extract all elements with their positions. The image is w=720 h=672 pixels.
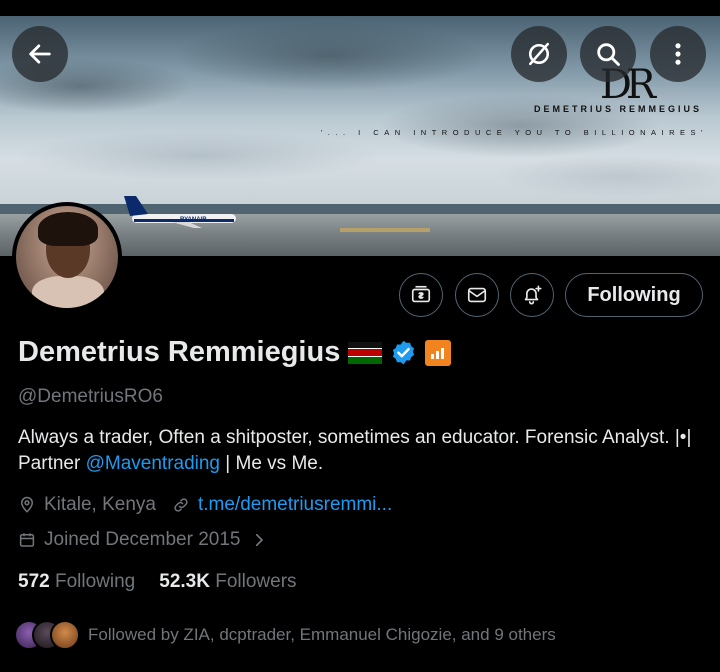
following-stat[interactable]: 572 Following xyxy=(18,571,135,593)
search-button[interactable] xyxy=(580,26,636,82)
subscribe-button[interactable] xyxy=(399,273,443,317)
following-label: Following xyxy=(54,571,136,592)
followers-label: Followers xyxy=(215,571,297,592)
plane-livery-text: RYANAIR xyxy=(180,217,207,223)
airplane-icon: RYANAIR xyxy=(124,196,236,228)
location-pin-icon xyxy=(20,496,34,513)
arrow-left-icon xyxy=(29,44,51,64)
location-link-row: Kitale, Kenya t.me/demetriusremmi... xyxy=(18,494,392,516)
following-button[interactable]: Following xyxy=(565,273,703,317)
user-handle: @DemetriusRO6 xyxy=(18,386,163,407)
display-name: Demetrius Remmiegius xyxy=(18,336,341,368)
profile-bio: Always a trader, Often a shitposter, som… xyxy=(18,425,708,477)
banner-brand-name: DEMETRIUS REMMEGIUS xyxy=(533,104,702,114)
bio-mention-link[interactable]: @Maventrading xyxy=(86,453,220,474)
message-button[interactable] xyxy=(455,273,499,317)
envelope-icon xyxy=(467,287,487,303)
more-options-button[interactable] xyxy=(650,26,706,82)
calendar-icon xyxy=(19,533,35,547)
followers-count: 52.3K xyxy=(159,571,210,592)
banner-runway-marking xyxy=(340,228,430,232)
following-count: 572 xyxy=(18,571,50,592)
more-vertical-icon xyxy=(675,43,681,65)
search-icon xyxy=(597,43,620,66)
follow-stats: 572 Following 52.3K Followers xyxy=(18,571,297,593)
joined-text: Joined December 2015 xyxy=(44,529,241,550)
avatar-hair xyxy=(38,212,98,246)
avatar-shoulders xyxy=(32,276,104,308)
followed-by-row[interactable]: Followed by ZIA, dcptrader, Emmanuel Chi… xyxy=(14,620,556,650)
chevron-right-icon xyxy=(256,533,264,547)
bar-chart-icon xyxy=(431,347,445,359)
subscription-icon xyxy=(411,285,431,303)
followers-stat[interactable]: 52.3K Followers xyxy=(159,571,296,593)
kenya-flag-icon xyxy=(348,341,383,364)
profile-avatar[interactable] xyxy=(12,202,122,312)
grok-button[interactable] xyxy=(511,26,567,82)
bio-text-end: | Me vs Me. xyxy=(220,453,324,474)
affiliate-badge-icon[interactable] xyxy=(425,339,452,366)
name-row: Demetrius Remmiegius xyxy=(18,336,452,369)
website-link[interactable]: t.me/demetriusremmi... xyxy=(198,494,392,516)
verified-badge-icon[interactable] xyxy=(390,339,417,366)
banner-tagline: '... I CAN INTRODUCE YOU TO BILLIONAIRES… xyxy=(320,128,708,137)
follower-avatar xyxy=(50,620,80,650)
back-button[interactable] xyxy=(12,26,68,82)
bell-plus-icon xyxy=(524,285,542,305)
location-text: Kitale, Kenya xyxy=(44,494,156,515)
followed-by-text: Followed by ZIA, dcptrader, Emmanuel Chi… xyxy=(88,625,556,644)
notifications-button[interactable] xyxy=(510,273,554,317)
joined-row[interactable]: Joined December 2015 xyxy=(18,529,268,551)
banner-sea xyxy=(0,204,720,214)
grok-slash-icon xyxy=(528,42,550,66)
link-icon xyxy=(174,498,188,512)
